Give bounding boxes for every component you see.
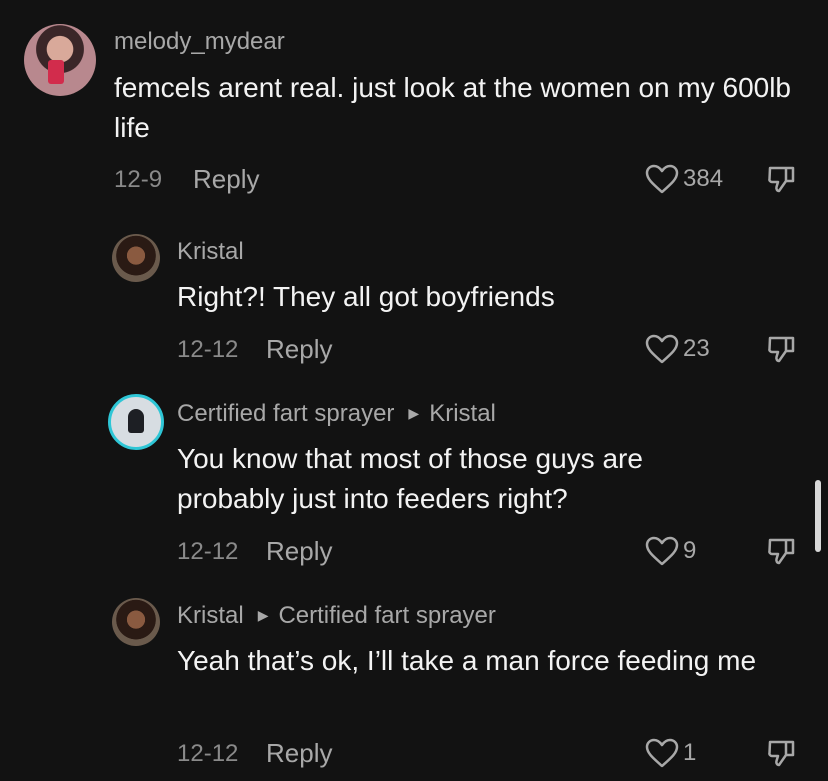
avatar-phone-detail — [48, 60, 64, 84]
comment-date: 12-12 — [177, 538, 239, 565]
thumbs-down-icon — [766, 164, 796, 194]
comment-text: Yeah that’s ok, I’ll take a man force fe… — [177, 645, 757, 676]
heart-icon — [645, 164, 679, 194]
comment-author[interactable]: Kristal — [177, 602, 244, 629]
reply-button[interactable]: Reply — [266, 536, 332, 567]
thumbs-down-icon — [766, 536, 796, 566]
scrollbar[interactable] — [815, 480, 821, 552]
comment-username[interactable]: melody_mydear — [114, 28, 285, 56]
avatar[interactable] — [112, 234, 160, 282]
dislike-button[interactable] — [766, 164, 796, 194]
like-button[interactable]: 1 — [645, 738, 696, 768]
like-button[interactable]: 9 — [645, 536, 696, 566]
comment-text: Right?! They all got boyfriends — [177, 281, 555, 312]
comment-username: Kristal ▶ Certified fart sprayer — [177, 602, 496, 630]
like-count: 9 — [683, 537, 697, 564]
reply-to-username[interactable]: Certified fart sprayer — [278, 602, 495, 629]
like-count: 23 — [683, 335, 710, 362]
reply-to-username[interactable]: Kristal — [429, 400, 496, 427]
dislike-button[interactable] — [766, 536, 796, 566]
like-count: 1 — [683, 739, 697, 766]
thumbs-down-icon — [766, 334, 796, 364]
reply-button[interactable]: Reply — [266, 738, 332, 769]
heart-icon — [645, 738, 679, 768]
avatar[interactable] — [112, 598, 160, 646]
avatar[interactable] — [108, 394, 164, 450]
comment-username: Certified fart sprayer ▶ Kristal — [177, 400, 496, 428]
comment-date: 12-9 — [114, 166, 163, 193]
heart-icon — [645, 334, 679, 364]
heart-icon — [645, 536, 679, 566]
comment-text: femcels arent real. just look at the wom… — [114, 72, 792, 143]
comment-date: 12-12 — [177, 740, 239, 767]
like-count: 384 — [683, 165, 724, 192]
comment-text: You know that most of those guys are pro… — [177, 443, 643, 514]
avatar[interactable] — [24, 24, 96, 96]
comment-date: 12-12 — [177, 336, 239, 363]
dislike-button[interactable] — [766, 738, 796, 768]
dislike-button[interactable] — [766, 334, 796, 364]
comment-username[interactable]: Kristal — [177, 238, 244, 266]
comment-author[interactable]: Certified fart sprayer — [177, 400, 394, 427]
reply-button[interactable]: Reply — [266, 334, 332, 365]
play-triangle-icon: ▶ — [257, 607, 269, 623]
like-button[interactable]: 384 — [645, 164, 723, 194]
thumbs-down-icon — [766, 738, 796, 768]
reply-button[interactable]: Reply — [193, 164, 259, 195]
play-triangle-icon: ▶ — [408, 405, 420, 421]
like-button[interactable]: 23 — [645, 334, 710, 364]
avatar-figure-detail — [128, 409, 144, 433]
